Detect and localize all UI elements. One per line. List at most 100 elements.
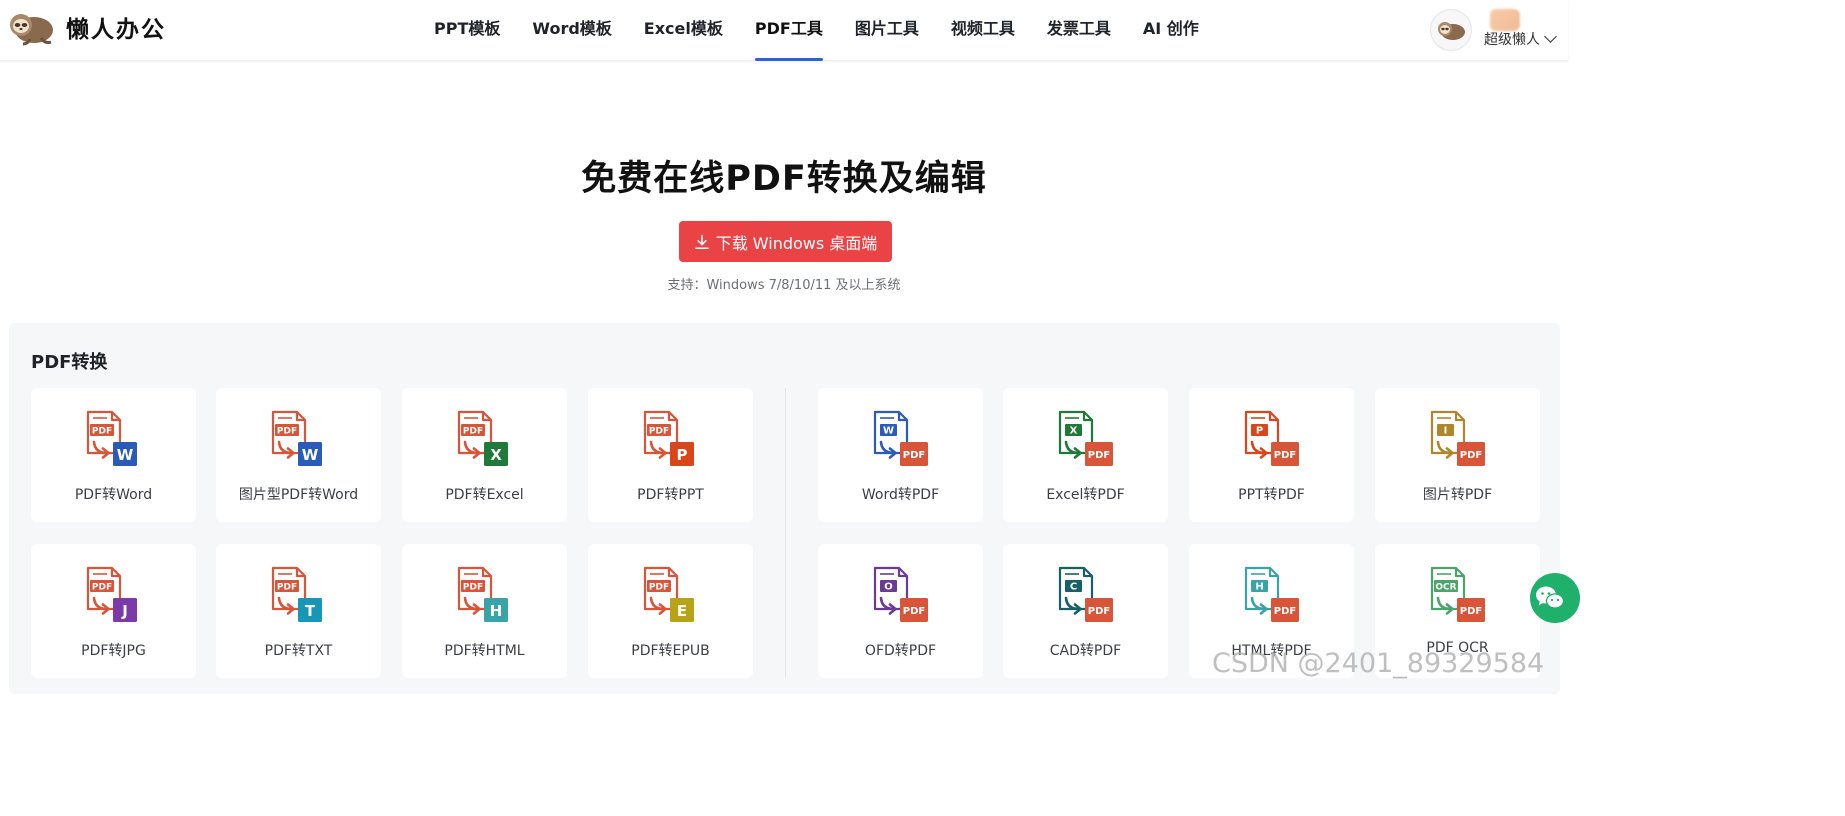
wechat-icon bbox=[1536, 586, 1565, 609]
tool-card[interactable]: C PDF CAD转PDF bbox=[1003, 544, 1168, 678]
tool-card[interactable]: PDF W 图片型PDF转Word bbox=[216, 388, 381, 522]
svg-text:I: I bbox=[1443, 426, 1447, 437]
tool-card-label: PDF转PPT bbox=[637, 487, 704, 503]
svg-text:T: T bbox=[304, 602, 315, 620]
tool-card[interactable]: PDF P PDF转PPT bbox=[588, 388, 753, 522]
user-badge bbox=[1490, 9, 1520, 31]
svg-text:X: X bbox=[490, 446, 502, 464]
file-convert-icon: H PDF bbox=[1244, 566, 1299, 622]
svg-text:E: E bbox=[676, 602, 686, 620]
svg-text:O: O bbox=[884, 582, 893, 593]
svg-text:W: W bbox=[882, 426, 893, 437]
tool-card[interactable]: X PDF Excel转PDF bbox=[1003, 388, 1168, 522]
tool-card-label: 图片型PDF转Word bbox=[238, 487, 359, 503]
nav-item-7[interactable]: AI 创作 bbox=[1143, 0, 1199, 61]
file-convert-icon: PDF W bbox=[86, 410, 137, 466]
tool-card-label: PDF转JPG bbox=[81, 643, 146, 659]
tool-card[interactable]: P PDF PPT转PDF bbox=[1189, 388, 1354, 522]
svg-text:H: H bbox=[1255, 582, 1263, 593]
svg-text:P: P bbox=[676, 446, 687, 464]
tool-card-label: 图片转PDF bbox=[1422, 487, 1493, 503]
svg-text:PDF: PDF bbox=[648, 583, 668, 593]
top-header: 懒人办公 PPT模板 Word模板 Excel模板 PDF工具 图片工具 视频工具 发票工具… bbox=[0, 0, 1568, 61]
svg-text:X: X bbox=[1069, 426, 1077, 437]
download-icon bbox=[694, 234, 709, 249]
pdf-convert-section: PDF转换 PDF W PDF转Word PDF W 图片型PDF转Word PDF X PDF… bbox=[9, 323, 1560, 694]
svg-text:PDF: PDF bbox=[91, 583, 111, 593]
logo-text: 懒人办公 bbox=[66, 17, 166, 43]
watermark-text: CSDN @2401_89329584 bbox=[1212, 648, 1545, 679]
nav-item-3[interactable]: PDF工具 bbox=[754, 0, 823, 61]
svg-text:PDF: PDF bbox=[902, 450, 924, 461]
file-convert-icon: PDF X bbox=[457, 410, 508, 466]
user-name-label: 超级懒人 bbox=[1484, 32, 1540, 48]
file-convert-icon: PDF W bbox=[271, 410, 322, 466]
tool-card[interactable]: PDF H PDF转HTML bbox=[402, 544, 567, 678]
svg-text:PDF: PDF bbox=[462, 583, 482, 593]
file-convert-icon: PDF P bbox=[643, 410, 694, 466]
site-logo[interactable]: 懒人办公 bbox=[8, 8, 166, 46]
svg-text:W: W bbox=[116, 446, 133, 464]
tool-card-label: PDF转HTML bbox=[444, 643, 525, 659]
tool-card[interactable]: PDF E PDF转EPUB bbox=[588, 544, 753, 678]
page-title: 免费在线PDF转换及编辑 bbox=[581, 159, 987, 199]
file-convert-icon: W PDF bbox=[873, 410, 928, 466]
tool-card[interactable]: PDF X PDF转Excel bbox=[402, 388, 567, 522]
wechat-float-button[interactable] bbox=[1530, 573, 1580, 623]
svg-text:PDF: PDF bbox=[462, 427, 482, 437]
svg-text:PDF: PDF bbox=[1459, 450, 1481, 461]
tool-card-label: Excel转PDF bbox=[1046, 487, 1125, 503]
nav-item-0[interactable]: PPT模板 bbox=[434, 0, 500, 61]
tool-card[interactable]: PDF W PDF转Word bbox=[31, 388, 196, 522]
tool-card[interactable]: O PDF OFD转PDF bbox=[818, 544, 983, 678]
sloth-avatar-icon bbox=[1438, 22, 1465, 40]
tool-card-label: PDF转Word bbox=[74, 487, 153, 503]
tool-card[interactable]: I PDF 图片转PDF bbox=[1375, 388, 1540, 522]
svg-text:PDF: PDF bbox=[276, 583, 296, 593]
file-convert-icon: PDF H bbox=[457, 566, 508, 622]
svg-text:PDF: PDF bbox=[91, 427, 111, 437]
file-convert-icon: O PDF bbox=[873, 566, 928, 622]
file-convert-icon: PDF J bbox=[86, 566, 137, 622]
tool-card[interactable]: PDF T PDF转TXT bbox=[216, 544, 381, 678]
download-windows-button[interactable]: 下载 Windows 桌面端 bbox=[679, 221, 892, 262]
user-name[interactable]: 超级懒人 bbox=[1484, 29, 1557, 49]
nav-item-2[interactable]: Excel模板 bbox=[644, 0, 723, 61]
tool-card-label: Word转PDF bbox=[861, 487, 940, 503]
file-convert-icon: C PDF bbox=[1058, 566, 1113, 622]
file-convert-icon: P PDF bbox=[1244, 410, 1299, 466]
user-info[interactable]: 超级懒人 bbox=[1484, 9, 1557, 49]
nav-item-4[interactable]: 图片工具 bbox=[855, 0, 919, 61]
tool-card-label: PDF转TXT bbox=[264, 643, 333, 659]
file-convert-icon: X PDF bbox=[1058, 410, 1113, 466]
file-convert-icon: I PDF bbox=[1430, 410, 1485, 466]
svg-text:PDF: PDF bbox=[276, 427, 296, 437]
svg-text:PDF: PDF bbox=[1087, 450, 1109, 461]
chevron-down-icon bbox=[1544, 30, 1557, 43]
avatar[interactable] bbox=[1430, 9, 1472, 51]
svg-text:PDF: PDF bbox=[902, 606, 924, 617]
nav-item-5[interactable]: 视频工具 bbox=[951, 0, 1015, 61]
svg-text:C: C bbox=[1069, 582, 1076, 593]
svg-text:OCR: OCR bbox=[1435, 583, 1456, 593]
section-divider bbox=[785, 388, 786, 678]
file-convert-icon: PDF T bbox=[271, 566, 322, 622]
tool-card-label: PPT转PDF bbox=[1238, 487, 1305, 503]
nav-item-6[interactable]: 发票工具 bbox=[1047, 0, 1111, 61]
sloth-logo-icon bbox=[10, 14, 53, 46]
svg-text:P: P bbox=[1255, 426, 1262, 437]
svg-text:PDF: PDF bbox=[1273, 606, 1295, 617]
user-menu[interactable]: 超级懒人 bbox=[1430, 9, 1557, 51]
tool-card[interactable]: PDF J PDF转JPG bbox=[31, 544, 196, 678]
svg-text:PDF: PDF bbox=[1459, 606, 1481, 617]
tool-card[interactable]: W PDF Word转PDF bbox=[818, 388, 983, 522]
svg-text:PDF: PDF bbox=[648, 427, 668, 437]
tool-card-label: PDF转Excel bbox=[445, 487, 524, 503]
nav-item-1[interactable]: Word模板 bbox=[532, 0, 611, 61]
tool-card-label: CAD转PDF bbox=[1049, 643, 1122, 659]
file-convert-icon: PDF E bbox=[643, 566, 694, 622]
svg-text:PDF: PDF bbox=[1273, 450, 1295, 461]
file-convert-icon: OCR PDF bbox=[1430, 566, 1485, 622]
svg-text:J: J bbox=[121, 602, 128, 620]
download-button-label: 下载 Windows 桌面端 bbox=[715, 233, 878, 253]
